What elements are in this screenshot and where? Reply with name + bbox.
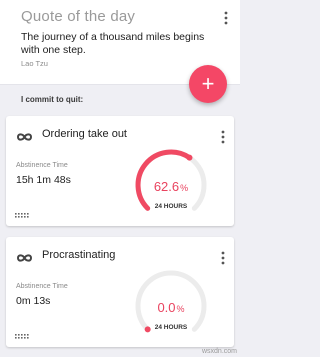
more-vert-icon[interactable] (222, 11, 230, 25)
quote-text: The journey of a thousand miles begins w… (21, 31, 205, 56)
add-habit-button[interactable]: + (189, 65, 227, 103)
progress-sign: % (176, 304, 185, 314)
habit-card[interactable]: Ordering take out Abstinence Time 15h 1m… (6, 116, 234, 226)
abstinence-label: Abstinence Time (16, 162, 68, 169)
abstinence-value: 15h 1m 48s (16, 174, 71, 186)
more-vert-icon[interactable] (219, 251, 227, 265)
quote-title: Quote of the day (21, 8, 136, 25)
habit-name: Procrastinating (42, 249, 116, 261)
progress-number: 0.0 (157, 300, 176, 315)
watermark: wsxdn.com (201, 348, 237, 355)
habit-card[interactable]: Procrastinating Abstinence Time 0m 13s 0… (6, 237, 234, 347)
gauge-label: 24 HOURS (154, 324, 188, 331)
gauge-label: 24 HOURS (154, 203, 188, 210)
drag-handle-icon[interactable] (15, 334, 29, 339)
gauge-end-dot (186, 154, 193, 161)
drag-handle-icon[interactable] (15, 213, 29, 218)
habit-name: Ordering take out (42, 128, 127, 140)
quote-author: Lao Tzu (21, 59, 48, 68)
commit-label: I commit to quit: (21, 95, 84, 104)
more-vert-icon[interactable] (219, 130, 227, 144)
progress-number: 62.6 (153, 179, 180, 194)
infinity-icon (16, 133, 33, 141)
abstinence-label: Abstinence Time (16, 283, 68, 290)
progress-percent: 62.6% (134, 179, 208, 194)
abstinence-value: 0m 13s (16, 295, 51, 307)
progress-percent: 0.0% (134, 300, 208, 315)
infinity-icon (16, 254, 33, 262)
progress-sign: % (180, 183, 189, 193)
